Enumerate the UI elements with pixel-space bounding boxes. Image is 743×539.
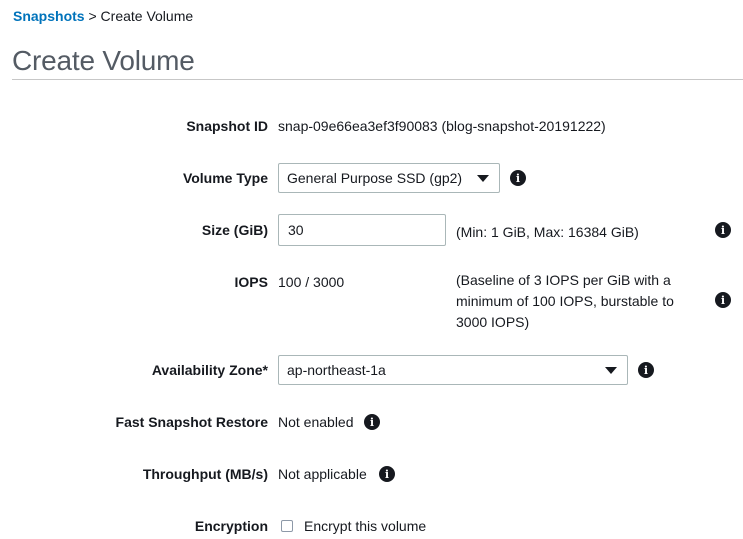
iops-hint-line2: minimum of 100 IOPS, burstable to bbox=[456, 293, 674, 309]
size-hint: (Min: 1 GiB, Max: 16384 GiB) bbox=[456, 224, 639, 240]
iops-value: 100 / 3000 bbox=[278, 274, 345, 290]
availability-zone-label: Availability Zone* bbox=[151, 362, 268, 378]
encrypt-volume-checkbox-label[interactable]: Encrypt this volume bbox=[304, 518, 426, 534]
volume-type-info-icon[interactable]: i bbox=[510, 170, 526, 186]
snapshot-id-label: Snapshot ID bbox=[186, 118, 268, 134]
title-divider bbox=[12, 79, 743, 80]
chevron-down-icon bbox=[605, 367, 617, 374]
snapshot-id-value: snap-09e66ea3ef3f90083 (blog-snapshot-20… bbox=[278, 118, 606, 134]
throughput-label: Throughput (MB/s) bbox=[142, 466, 268, 482]
fast-snapshot-restore-info-icon[interactable]: i bbox=[364, 414, 380, 430]
iops-hint-line1: (Baseline of 3 IOPS per GiB with a bbox=[456, 272, 671, 288]
encryption-label: Encryption bbox=[194, 518, 268, 534]
throughput-value: Not applicable bbox=[278, 466, 367, 482]
availability-zone-info-icon[interactable]: i bbox=[638, 362, 654, 378]
page-title: Create Volume bbox=[12, 45, 195, 76]
volume-type-selected: General Purpose SSD (gp2) bbox=[287, 170, 463, 186]
encrypt-volume-checkbox[interactable] bbox=[281, 520, 293, 532]
breadcrumb-separator: > bbox=[88, 8, 97, 24]
iops-info-icon[interactable]: i bbox=[715, 292, 731, 308]
iops-hint: (Baseline of 3 IOPS per GiB with a minim… bbox=[456, 270, 674, 333]
availability-zone-selected: ap-northeast-1a bbox=[287, 362, 386, 378]
breadcrumb: Snapshots > Create Volume bbox=[13, 8, 193, 24]
iops-label: IOPS bbox=[234, 274, 268, 290]
breadcrumb-current: Create Volume bbox=[100, 8, 194, 24]
volume-type-label: Volume Type bbox=[182, 170, 268, 186]
size-input[interactable] bbox=[278, 214, 446, 246]
volume-type-select[interactable]: General Purpose SSD (gp2) bbox=[278, 163, 500, 193]
fast-snapshot-restore-label: Fast Snapshot Restore bbox=[115, 414, 268, 430]
availability-zone-select[interactable]: ap-northeast-1a bbox=[278, 355, 628, 385]
size-label: Size (GiB) bbox=[201, 222, 268, 238]
breadcrumb-snapshots-link[interactable]: Snapshots bbox=[13, 8, 85, 24]
size-info-icon[interactable]: i bbox=[715, 222, 731, 238]
fast-snapshot-restore-value: Not enabled bbox=[278, 414, 354, 430]
throughput-info-icon[interactable]: i bbox=[379, 466, 395, 482]
chevron-down-icon bbox=[477, 175, 489, 182]
iops-hint-line3: 3000 IOPS) bbox=[456, 314, 530, 330]
